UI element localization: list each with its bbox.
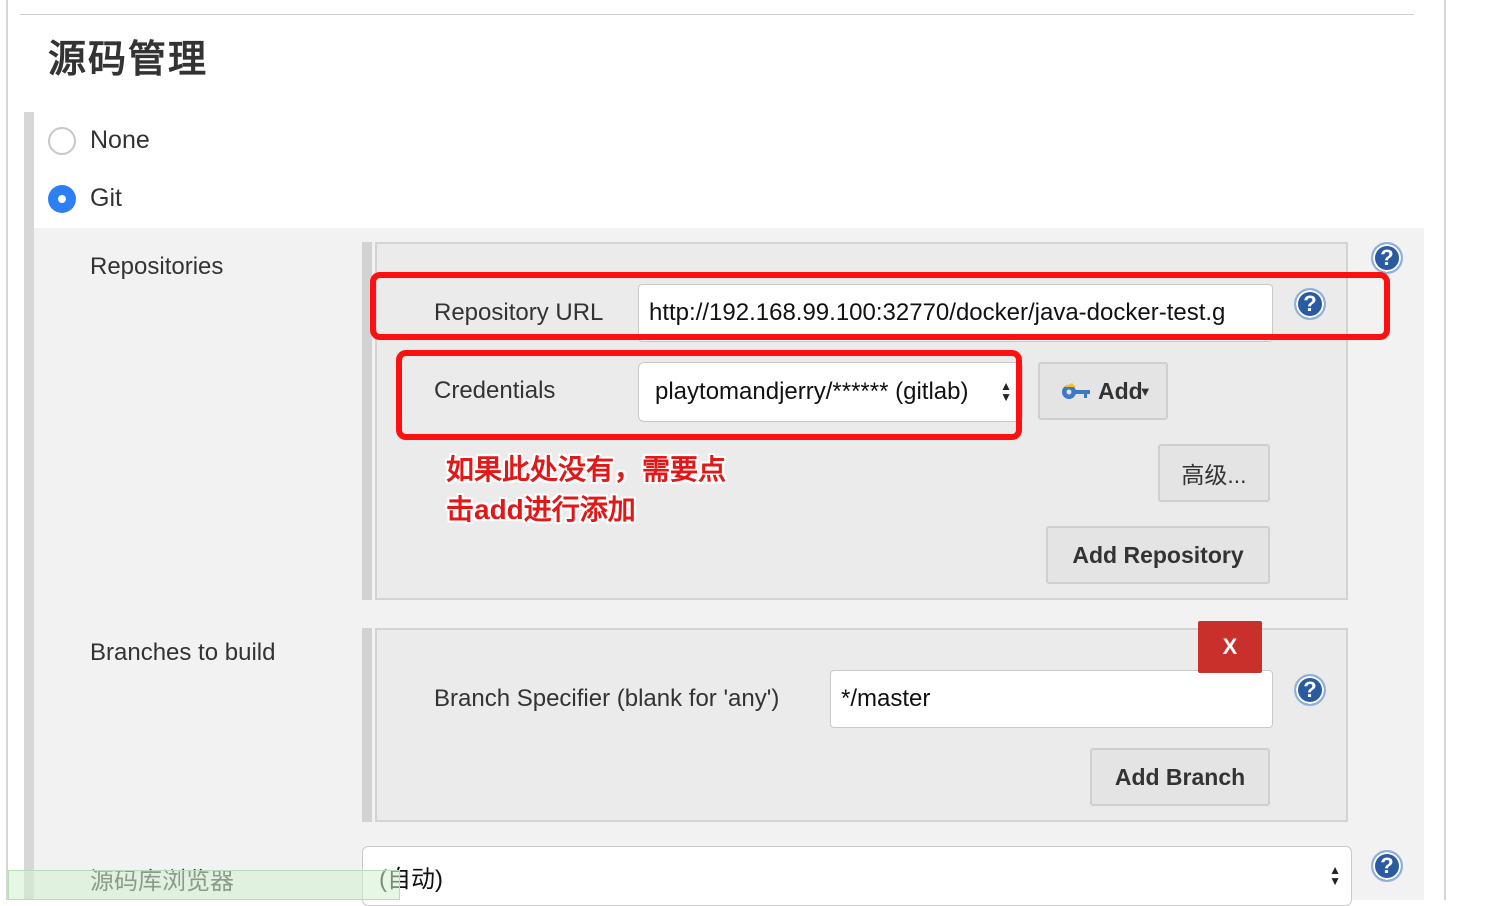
section-divider	[20, 14, 1414, 15]
repositories-label: Repositories	[90, 253, 224, 280]
add-branch-button[interactable]: Add Branch	[1090, 748, 1270, 806]
key-icon	[1062, 383, 1090, 399]
scm-option-git-label: Git	[90, 184, 122, 212]
repo-browser-select[interactable]: (自动) ▲ ▼	[362, 846, 1352, 906]
branch-specifier-label: Branch Specifier (blank for 'any')	[434, 685, 780, 712]
chevron-down-icon: ▼	[1138, 383, 1152, 399]
credentials-highlight	[396, 350, 1022, 440]
annotation-line-1: 如果此处没有，需要点	[446, 454, 727, 485]
branch-specifier-input[interactable]: */master	[830, 670, 1273, 728]
updown-arrows-icon: ▲ ▼	[1329, 863, 1341, 888]
branches-label: Branches to build	[90, 639, 276, 666]
branch-specifier-help-icon[interactable]: ?	[1294, 674, 1326, 706]
repo-browser-help-icon[interactable]: ?	[1371, 850, 1403, 882]
add-credentials-button[interactable]: Add ▼	[1038, 362, 1168, 420]
branches-indent-bar	[362, 628, 372, 822]
scm-option-git[interactable]: Git	[48, 184, 122, 213]
annotation-note: 如果此处没有，需要点 击add进行添加	[446, 450, 726, 530]
scm-option-none[interactable]: None	[48, 126, 150, 155]
repositories-help-icon[interactable]: ?	[1371, 242, 1403, 274]
radio-none[interactable]	[48, 126, 76, 155]
radio-git[interactable]	[48, 184, 76, 213]
scm-section-indent-bar	[24, 112, 34, 900]
annotation-line-2: 击add进行添加	[446, 494, 636, 525]
add-credentials-label: Add	[1098, 377, 1143, 404]
section-title: 源码管理	[48, 39, 209, 81]
advanced-button[interactable]: 高级...	[1158, 444, 1270, 502]
add-repository-button[interactable]: Add Repository	[1046, 526, 1270, 584]
scm-option-none-label: None	[90, 126, 150, 154]
overlay-panel	[8, 870, 400, 900]
repository-url-highlight	[370, 272, 1390, 340]
delete-branch-button[interactable]: X	[1198, 621, 1262, 673]
